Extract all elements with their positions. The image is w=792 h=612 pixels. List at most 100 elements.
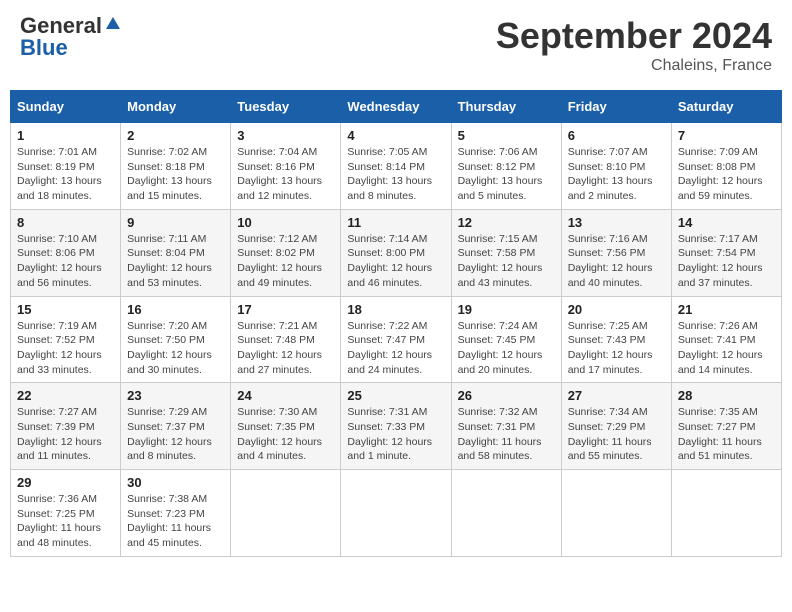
calendar-cell: 24 Sunrise: 7:30 AMSunset: 7:35 PMDayligh… bbox=[231, 383, 341, 470]
calendar-cell: 18 Sunrise: 7:22 AMSunset: 7:47 PMDayligh… bbox=[341, 296, 451, 383]
day-info: Sunrise: 7:20 AMSunset: 7:50 PMDaylight:… bbox=[127, 319, 224, 378]
calendar-cell: 1 Sunrise: 7:01 AMSunset: 8:19 PMDaylight… bbox=[11, 123, 121, 210]
calendar-cell: 11Sunrise: 7:14 AMSunset: 8:00 PMDayligh… bbox=[341, 209, 451, 296]
day-info: Sunrise: 7:26 AMSunset: 7:41 PMDaylight:… bbox=[678, 319, 775, 378]
day-number: 4 bbox=[347, 128, 444, 143]
day-number: 6 bbox=[568, 128, 665, 143]
day-number: 16 bbox=[127, 302, 224, 317]
day-info: Sunrise: 7:36 AMSunset: 7:25 PMDaylight:… bbox=[17, 492, 114, 551]
calendar-cell: 25 Sunrise: 7:31 AMSunset: 7:33 PMDayligh… bbox=[341, 383, 451, 470]
calendar-week-row: 22 Sunrise: 7:27 AMSunset: 7:39 PMDayligh… bbox=[11, 383, 782, 470]
calendar-cell: 20 Sunrise: 7:25 AMSunset: 7:43 PMDayligh… bbox=[561, 296, 671, 383]
title-section: September 2024 Chaleins, France bbox=[496, 15, 772, 75]
day-number: 13 bbox=[568, 215, 665, 230]
day-info: Sunrise: 7:32 AMSunset: 7:31 PMDaylight:… bbox=[458, 405, 555, 464]
header-saturday: Saturday bbox=[671, 91, 781, 123]
day-number: 17 bbox=[237, 302, 334, 317]
day-info: Sunrise: 7:07 AMSunset: 8:10 PMDaylight:… bbox=[568, 145, 665, 204]
calendar-cell: 23 Sunrise: 7:29 AMSunset: 7:37 PMDayligh… bbox=[121, 383, 231, 470]
day-info: Sunrise: 7:29 AMSunset: 7:37 PMDaylight:… bbox=[127, 405, 224, 464]
logo-icon bbox=[104, 15, 122, 33]
day-number: 10 bbox=[237, 215, 334, 230]
day-number: 23 bbox=[127, 388, 224, 403]
header: General Blue September 2024 Chaleins, Fr… bbox=[10, 10, 782, 80]
day-info: Sunrise: 7:34 AMSunset: 7:29 PMDaylight:… bbox=[568, 405, 665, 464]
logo-general: General bbox=[20, 15, 102, 37]
day-info: Sunrise: 7:11 AMSunset: 8:04 PMDaylight:… bbox=[127, 232, 224, 291]
day-number: 28 bbox=[678, 388, 775, 403]
header-tuesday: Tuesday bbox=[231, 91, 341, 123]
day-info: Sunrise: 7:31 AMSunset: 7:33 PMDaylight:… bbox=[347, 405, 444, 464]
calendar-cell: 14 Sunrise: 7:17 AMSunset: 7:54 PMDayligh… bbox=[671, 209, 781, 296]
day-info: Sunrise: 7:30 AMSunset: 7:35 PMDaylight:… bbox=[237, 405, 334, 464]
day-number: 12 bbox=[458, 215, 555, 230]
calendar-cell: 9Sunrise: 7:11 AMSunset: 8:04 PMDaylight… bbox=[121, 209, 231, 296]
calendar-cell: 5 Sunrise: 7:06 AMSunset: 8:12 PMDaylight… bbox=[451, 123, 561, 210]
day-number: 7 bbox=[678, 128, 775, 143]
day-number: 26 bbox=[458, 388, 555, 403]
day-info: Sunrise: 7:04 AMSunset: 8:16 PMDaylight:… bbox=[237, 145, 334, 204]
day-info: Sunrise: 7:25 AMSunset: 7:43 PMDaylight:… bbox=[568, 319, 665, 378]
calendar-week-row: 1 Sunrise: 7:01 AMSunset: 8:19 PMDaylight… bbox=[11, 123, 782, 210]
day-info: Sunrise: 7:09 AMSunset: 8:08 PMDaylight:… bbox=[678, 145, 775, 204]
day-number: 1 bbox=[17, 128, 114, 143]
calendar-cell: 15Sunrise: 7:19 AMSunset: 7:52 PMDayligh… bbox=[11, 296, 121, 383]
day-number: 5 bbox=[458, 128, 555, 143]
day-info: Sunrise: 7:19 AMSunset: 7:52 PMDaylight:… bbox=[17, 319, 114, 378]
calendar-cell: 28 Sunrise: 7:35 AMSunset: 7:27 PMDayligh… bbox=[671, 383, 781, 470]
calendar-cell: 10 Sunrise: 7:12 AMSunset: 8:02 PMDayligh… bbox=[231, 209, 341, 296]
header-sunday: Sunday bbox=[11, 91, 121, 123]
logo-blue: Blue bbox=[20, 37, 68, 59]
month-title: September 2024 bbox=[496, 15, 772, 57]
calendar-cell bbox=[341, 470, 451, 557]
calendar-cell: 13 Sunrise: 7:16 AMSunset: 7:56 PMDayligh… bbox=[561, 209, 671, 296]
calendar-cell bbox=[231, 470, 341, 557]
day-info: Sunrise: 7:14 AMSunset: 8:00 PMDaylight:… bbox=[347, 232, 444, 291]
day-number: 25 bbox=[347, 388, 444, 403]
day-info: Sunrise: 7:02 AMSunset: 8:18 PMDaylight:… bbox=[127, 145, 224, 204]
day-number: 2 bbox=[127, 128, 224, 143]
day-number: 14 bbox=[678, 215, 775, 230]
calendar-cell: 16 Sunrise: 7:20 AMSunset: 7:50 PMDayligh… bbox=[121, 296, 231, 383]
calendar-cell: 21Sunrise: 7:26 AMSunset: 7:41 PMDayligh… bbox=[671, 296, 781, 383]
day-info: Sunrise: 7:21 AMSunset: 7:48 PMDaylight:… bbox=[237, 319, 334, 378]
day-info: Sunrise: 7:38 AMSunset: 7:23 PMDaylight:… bbox=[127, 492, 224, 551]
calendar-cell: 17 Sunrise: 7:21 AMSunset: 7:48 PMDayligh… bbox=[231, 296, 341, 383]
logo: General Blue bbox=[20, 15, 122, 59]
day-info: Sunrise: 7:15 AMSunset: 7:58 PMDaylight:… bbox=[458, 232, 555, 291]
calendar-cell: 19Sunrise: 7:24 AMSunset: 7:45 PMDayligh… bbox=[451, 296, 561, 383]
day-number: 27 bbox=[568, 388, 665, 403]
location-title: Chaleins, France bbox=[496, 57, 772, 75]
calendar-table: SundayMondayTuesdayWednesdayThursdayFrid… bbox=[10, 90, 782, 557]
day-info: Sunrise: 7:05 AMSunset: 8:14 PMDaylight:… bbox=[347, 145, 444, 204]
day-number: 20 bbox=[568, 302, 665, 317]
header-wednesday: Wednesday bbox=[341, 91, 451, 123]
calendar-cell bbox=[671, 470, 781, 557]
day-info: Sunrise: 7:01 AMSunset: 8:19 PMDaylight:… bbox=[17, 145, 114, 204]
calendar-week-row: 8 Sunrise: 7:10 AMSunset: 8:06 PMDaylight… bbox=[11, 209, 782, 296]
header-thursday: Thursday bbox=[451, 91, 561, 123]
day-number: 22 bbox=[17, 388, 114, 403]
day-info: Sunrise: 7:24 AMSunset: 7:45 PMDaylight:… bbox=[458, 319, 555, 378]
calendar-cell: 26 Sunrise: 7:32 AMSunset: 7:31 PMDayligh… bbox=[451, 383, 561, 470]
calendar-cell: 3Sunrise: 7:04 AMSunset: 8:16 PMDaylight… bbox=[231, 123, 341, 210]
day-number: 8 bbox=[17, 215, 114, 230]
calendar-cell bbox=[561, 470, 671, 557]
calendar-cell: 29Sunrise: 7:36 AMSunset: 7:25 PMDayligh… bbox=[11, 470, 121, 557]
day-number: 24 bbox=[237, 388, 334, 403]
calendar-cell: 22 Sunrise: 7:27 AMSunset: 7:39 PMDayligh… bbox=[11, 383, 121, 470]
day-info: Sunrise: 7:10 AMSunset: 8:06 PMDaylight:… bbox=[17, 232, 114, 291]
day-info: Sunrise: 7:22 AMSunset: 7:47 PMDaylight:… bbox=[347, 319, 444, 378]
day-info: Sunrise: 7:35 AMSunset: 7:27 PMDaylight:… bbox=[678, 405, 775, 464]
calendar-cell: 7 Sunrise: 7:09 AMSunset: 8:08 PMDaylight… bbox=[671, 123, 781, 210]
calendar-week-row: 29Sunrise: 7:36 AMSunset: 7:25 PMDayligh… bbox=[11, 470, 782, 557]
day-info: Sunrise: 7:06 AMSunset: 8:12 PMDaylight:… bbox=[458, 145, 555, 204]
day-number: 18 bbox=[347, 302, 444, 317]
day-info: Sunrise: 7:17 AMSunset: 7:54 PMDaylight:… bbox=[678, 232, 775, 291]
calendar-cell: 6 Sunrise: 7:07 AMSunset: 8:10 PMDaylight… bbox=[561, 123, 671, 210]
day-info: Sunrise: 7:16 AMSunset: 7:56 PMDaylight:… bbox=[568, 232, 665, 291]
calendar-week-row: 15Sunrise: 7:19 AMSunset: 7:52 PMDayligh… bbox=[11, 296, 782, 383]
calendar-cell bbox=[451, 470, 561, 557]
day-info: Sunrise: 7:12 AMSunset: 8:02 PMDaylight:… bbox=[237, 232, 334, 291]
day-info: Sunrise: 7:27 AMSunset: 7:39 PMDaylight:… bbox=[17, 405, 114, 464]
